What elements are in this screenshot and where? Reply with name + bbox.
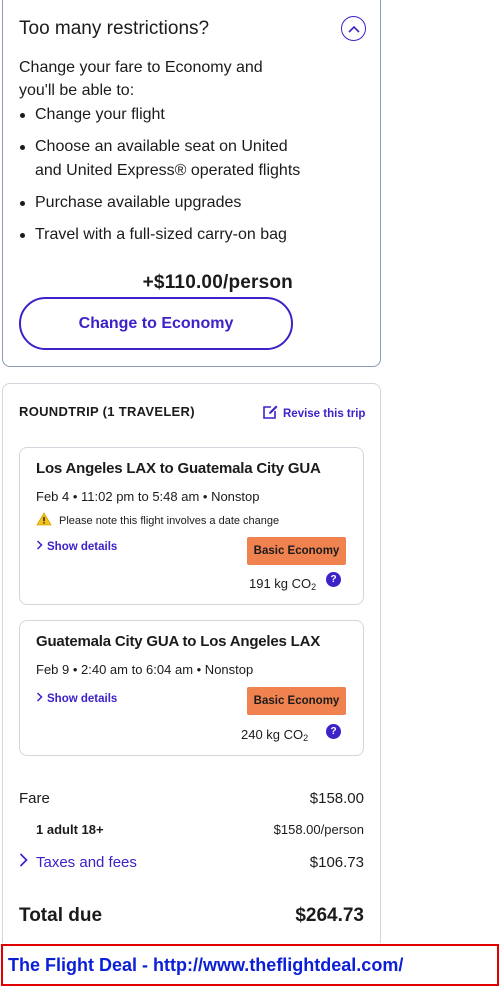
watermark-banner: The Flight Deal - http://www.theflightde…	[1, 944, 499, 986]
benefits-list: Change your flight Choose an available s…	[19, 103, 309, 255]
co2-emissions: 240 kg CO2	[241, 727, 308, 743]
taxes-and-fees-toggle[interactable]: Taxes and fees	[19, 853, 137, 871]
adult-value: $158.00/person	[273, 822, 364, 837]
show-details-label: Show details	[47, 540, 118, 553]
co2-value: 240 kg CO	[241, 727, 304, 742]
upsell-title: Too many restrictions?	[19, 18, 210, 39]
show-details-link[interactable]: Show details	[36, 540, 117, 553]
segment-time: Feb 4 • 11:02 pm to 5:48 am • Nonstop	[36, 489, 260, 504]
edit-icon	[262, 404, 279, 423]
taxes-row: Taxes and fees $106.73	[19, 853, 364, 871]
total-row: Total due $264.73	[19, 905, 364, 927]
date-change-warning: Please note this flight involves a date …	[36, 512, 279, 529]
benefit-item: Purchase available upgrades	[19, 191, 309, 215]
fare-value: $158.00	[309, 790, 364, 807]
fare-upsell-panel: Too many restrictions? Change your fare …	[2, 0, 381, 367]
upsell-intro: Change your fare to Economy and you'll b…	[19, 59, 263, 99]
taxes-value: $106.73	[309, 853, 364, 871]
change-to-economy-button[interactable]: Change to Economy	[19, 297, 293, 350]
trip-type-heading: ROUNDTRIP (1 TRAVELER)	[19, 404, 195, 419]
trip-summary-panel: ROUNDTRIP (1 TRAVELER) Revise this trip …	[2, 383, 381, 943]
collapse-button[interactable]	[341, 16, 366, 41]
total-label: Total due	[19, 905, 103, 926]
revise-trip-label: Revise this trip	[283, 407, 366, 420]
chevron-right-icon	[36, 692, 43, 705]
co2-subscript: 2	[303, 733, 309, 743]
taxes-label: Taxes and fees	[36, 853, 137, 871]
co2-subscript: 2	[311, 582, 317, 592]
banner-text: The Flight Deal - http://www.theflightde…	[8, 954, 404, 975]
segment-route: Guatemala City GUA to Los Angeles LAX	[36, 633, 321, 650]
fare-class-badge: Basic Economy	[247, 537, 346, 565]
fare-class-badge: Basic Economy	[247, 687, 346, 715]
upgrade-price: +$110.00/person	[142, 272, 293, 293]
co2-emissions: 191 kg CO2	[249, 576, 316, 592]
warning-icon	[36, 512, 52, 529]
segment-route: Los Angeles LAX to Guatemala City GUA	[36, 460, 321, 477]
fare-label: Fare	[19, 790, 50, 807]
benefit-item: Travel with a full-sized carry-on bag	[19, 223, 309, 247]
revise-trip-link[interactable]: Revise this trip	[262, 404, 365, 423]
show-details-link[interactable]: Show details	[36, 692, 117, 705]
flight-segment-card: Los Angeles LAX to Guatemala City GUA Fe…	[19, 447, 364, 605]
fare-row: Fare $158.00	[19, 790, 364, 807]
total-value: $264.73	[295, 905, 364, 926]
help-icon[interactable]: ?	[326, 724, 341, 739]
help-icon[interactable]: ?	[326, 572, 341, 587]
chevron-up-icon	[347, 20, 360, 38]
adult-label: 1 adult 18+	[36, 822, 104, 837]
flight-segment-card: Guatemala City GUA to Los Angeles LAX Fe…	[19, 620, 364, 756]
segment-time: Feb 9 • 2:40 am to 6:04 am • Nonstop	[36, 662, 254, 677]
benefit-item: Choose an available seat on United and U…	[19, 135, 309, 183]
chevron-right-icon	[19, 853, 28, 871]
benefit-item: Change your flight	[19, 103, 309, 127]
show-details-label: Show details	[47, 692, 118, 705]
warning-text: Please note this flight involves a date …	[59, 514, 280, 527]
adult-fare-row: 1 adult 18+ $158.00/person	[19, 822, 364, 837]
chevron-right-icon	[36, 540, 43, 553]
co2-value: 191 kg CO	[249, 576, 312, 591]
